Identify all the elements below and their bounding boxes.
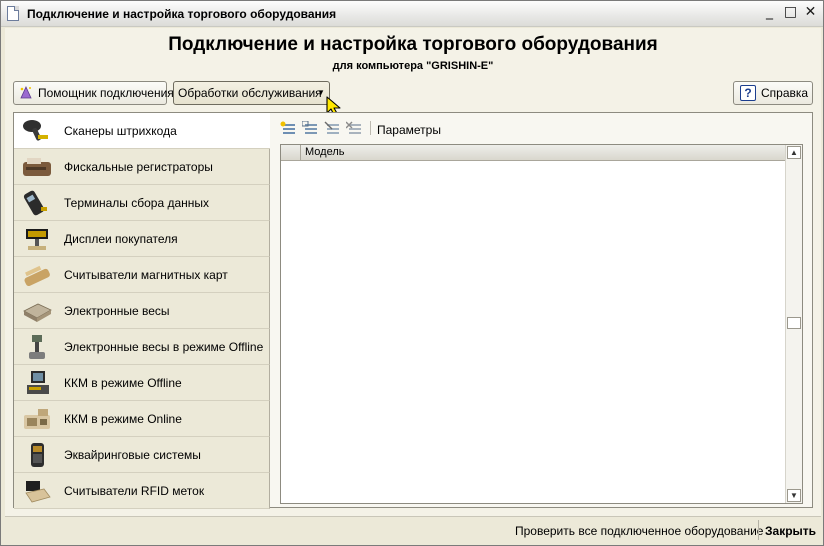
equipment-table[interactable]: Модель ▲ ▼ <box>280 144 803 504</box>
nav-item-label: Терминалы сбора данных <box>64 196 210 210</box>
wizard-button[interactable]: Помощник подключения <box>13 81 174 105</box>
help-button-label: Справка <box>761 86 809 100</box>
nav-item-rfid-readers[interactable]: Считыватели RFID меток <box>14 473 270 509</box>
table-header: Модель <box>281 145 785 161</box>
barcode-scanner-icon <box>23 120 48 141</box>
toolbar-separator <box>370 121 371 135</box>
wizard-button-label: Помощник подключения <box>38 86 174 100</box>
pos-terminal-icon <box>27 371 49 394</box>
window-title: Подключение и настройка торгового оборуд… <box>27 7 337 21</box>
page-subtitle: для компьютера "GRISHIN-E" <box>332 60 494 72</box>
maximize-button[interactable]: □ <box>782 5 799 21</box>
document-icon <box>7 6 19 21</box>
data-terminal-icon <box>23 190 47 216</box>
nav-item-data-terminals[interactable]: Терминалы сбора данных <box>14 185 270 221</box>
nav-item-kkm-online[interactable]: ККМ в режиме Online <box>14 401 270 437</box>
check-all-equipment-button[interactable]: Проверить все подключенное оборудование <box>515 524 763 538</box>
equipment-type-list: Сканеры штрихкода Фискальные регистратор… <box>14 113 270 509</box>
nav-item-label: Фискальные регистраторы <box>64 160 213 174</box>
customer-display-icon <box>26 229 48 250</box>
nav-item-barcode-scanners[interactable]: Сканеры штрихкода <box>14 113 270 149</box>
rfid-reader-icon <box>25 481 51 503</box>
copy-row-icon[interactable] <box>302 121 318 135</box>
add-row-icon[interactable] <box>280 121 296 135</box>
column-header-model[interactable]: Модель <box>305 146 344 158</box>
help-button[interactable]: ? Справка <box>733 81 813 105</box>
nav-item-fiscal-registers[interactable]: Фискальные регистраторы <box>14 149 270 185</box>
close-window-button[interactable]: ✕ <box>802 5 819 21</box>
magic-wand-icon <box>20 86 32 99</box>
payment-terminal-icon <box>31 443 44 467</box>
status-bar: Проверить все подключенное оборудование … <box>5 516 821 543</box>
nav-item-electronic-scales[interactable]: Электронные весы <box>14 293 270 329</box>
nav-item-label: Электронные весы <box>64 304 170 318</box>
main-window: Подключение и настройка торгового оборуд… <box>0 0 824 546</box>
nav-item-kkm-offline[interactable]: ККМ в режиме Offline <box>14 365 270 401</box>
title-bar[interactable]: Подключение и настройка торгового оборуд… <box>1 1 823 27</box>
form-body: Подключение и настройка торгового оборуд… <box>5 28 821 543</box>
scroll-thumb[interactable] <box>787 317 801 329</box>
nav-item-label: ККМ в режиме Offline <box>64 376 182 390</box>
params-button[interactable]: Параметры <box>377 123 441 137</box>
equipment-toolbar: Параметры <box>270 113 812 141</box>
delete-row-icon[interactable] <box>346 121 362 135</box>
nav-item-customer-displays[interactable]: Дисплеи покупателя <box>14 221 270 257</box>
help-icon: ? <box>740 85 756 101</box>
nav-item-label: ККМ в режиме Online <box>64 412 182 426</box>
nav-item-label: Дисплеи покупателя <box>64 232 178 246</box>
close-button[interactable]: Закрыть <box>765 524 816 538</box>
offline-scale-icon <box>29 335 45 359</box>
chevron-down-icon: ▼ <box>317 88 325 97</box>
equipment-detail-area: Параметры Модель ▲ ▼ <box>270 113 812 507</box>
status-separator <box>758 520 759 540</box>
nav-item-label: Эквайринговые системы <box>64 448 201 462</box>
cash-register-icon <box>24 409 50 429</box>
nav-item-label: Электронные весы в режиме Offline <box>64 340 264 354</box>
scroll-down-icon[interactable]: ▼ <box>787 489 801 502</box>
page-title: Подключение и настройка торгового оборуд… <box>168 34 658 55</box>
fiscal-printer-icon <box>23 158 51 176</box>
vertical-scrollbar[interactable]: ▲ ▼ <box>785 145 802 503</box>
nav-item-offline-scales[interactable]: Электронные весы в режиме Offline <box>14 329 270 365</box>
nav-item-card-readers[interactable]: Считыватели магнитных карт <box>14 257 270 293</box>
scroll-up-icon[interactable]: ▲ <box>787 146 801 159</box>
service-processing-label: Обработки обслуживания <box>178 86 322 100</box>
minimize-button[interactable]: _ <box>761 5 778 21</box>
card-reader-icon <box>24 265 50 287</box>
edit-row-icon[interactable] <box>324 121 340 135</box>
service-processing-button[interactable]: Обработки обслуживания ▼ <box>173 81 330 105</box>
nav-item-label: Считыватели RFID меток <box>64 484 205 498</box>
row-selector-header <box>281 145 301 160</box>
equipment-panel: Сканеры штрихкода Фискальные регистратор… <box>13 112 813 509</box>
scale-icon <box>23 303 52 322</box>
nav-item-label: Сканеры штрихкода <box>64 124 177 138</box>
nav-item-acquiring-systems[interactable]: Эквайринговые системы <box>14 437 270 473</box>
nav-item-label: Считыватели магнитных карт <box>64 268 228 282</box>
